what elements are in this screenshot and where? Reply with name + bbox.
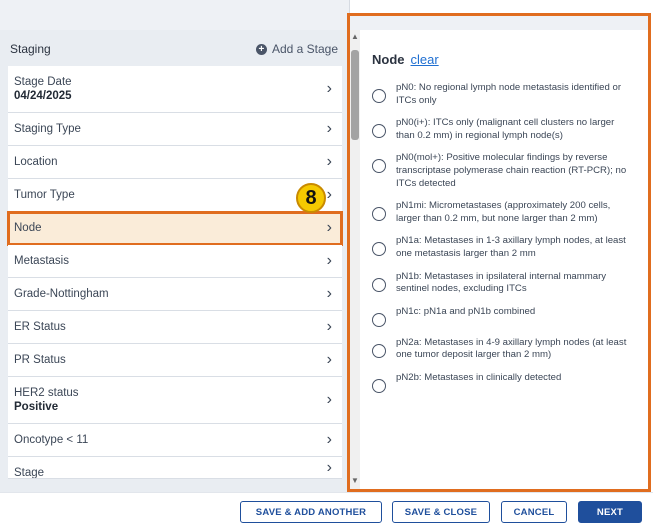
staging-item-location[interactable]: Location › — [8, 146, 342, 179]
scroll-up-arrow-icon[interactable]: ▲ — [351, 32, 359, 41]
chevron-right-icon: › — [326, 153, 332, 170]
chevron-right-icon: › — [326, 219, 332, 236]
node-option-label: pN0(mol+): Positive molecular findings b… — [396, 152, 627, 189]
node-option-label: pN0: No regional lymph node metastasis i… — [396, 82, 622, 106]
node-option[interactable]: pN0(mol+): Positive molecular findings b… — [372, 152, 632, 190]
staging-header: Staging + Add a Stage — [8, 34, 342, 64]
node-option-label: pN1c: pN1a and pN1b combined — [396, 305, 536, 317]
node-option-label: pN2a: Metastases in 4-9 axillary lymph n… — [396, 336, 627, 361]
staging-item-label: Staging Type — [14, 123, 81, 135]
node-options-panel: ▲ ▼ Node clear pN0: No regional lymph no… — [347, 13, 651, 492]
node-option[interactable]: pN2b: Metastases in clinically detected — [372, 372, 632, 393]
staging-list: Stage Date 04/24/2025 › Staging Type › L… — [7, 66, 343, 479]
radio-button[interactable] — [372, 124, 386, 139]
node-option-label: pN1mi: Micrometastases (approximately 20… — [396, 200, 611, 224]
chevron-right-icon: › — [326, 120, 332, 137]
node-option[interactable]: pN1b: Metastases in ipsilateral internal… — [372, 271, 632, 296]
save-close-button[interactable]: SAVE & CLOSE — [392, 501, 490, 523]
radio-button[interactable] — [372, 89, 386, 103]
staging-item-stage[interactable]: Stage › — [8, 457, 342, 479]
staging-item-tumor-type[interactable]: Tumor Type › — [8, 179, 342, 212]
staging-item-value: Positive — [14, 401, 59, 413]
staging-panel: Staging + Add a Stage Stage Date 04/24/2… — [0, 0, 350, 492]
panel-top-strip — [350, 16, 648, 30]
staging-item-label: Metastasis — [14, 255, 69, 267]
staging-item-label: PR Status — [14, 354, 66, 366]
staging-item-label: HER2 status — [14, 387, 79, 399]
staging-item-label: Stage Date — [14, 76, 72, 88]
radio-button[interactable] — [372, 312, 386, 327]
top-strip — [0, 0, 349, 30]
scroll-down-arrow-icon[interactable]: ▼ — [351, 476, 359, 485]
staging-item-node[interactable]: Node › — [7, 211, 343, 246]
node-heading: Node clear — [372, 52, 439, 67]
staging-item-label: ER Status — [14, 321, 66, 333]
staging-item-label: Node — [14, 222, 42, 234]
staging-item-er-status[interactable]: ER Status › — [8, 311, 342, 344]
node-options-list: pN0: No regional lymph node metastasis i… — [372, 82, 632, 403]
staging-item-label: Location — [14, 156, 58, 168]
node-option[interactable]: pN2a: Metastases in 4-9 axillary lymph n… — [372, 337, 632, 362]
chevron-right-icon: › — [326, 318, 332, 335]
save-add-another-button[interactable]: SAVE & ADD ANOTHER — [240, 501, 382, 523]
node-option[interactable]: pN1c: pN1a and pN1b combined — [372, 306, 632, 327]
radio-button[interactable] — [372, 277, 386, 292]
scrollbar-thumb[interactable] — [351, 50, 359, 140]
node-option[interactable]: pN1a: Metastases in 1-3 axillary lymph n… — [372, 235, 632, 260]
chevron-right-icon: › — [326, 391, 332, 408]
radio-button[interactable] — [372, 242, 386, 257]
staging-item-label: Stage — [14, 467, 45, 479]
footer-bar: SAVE & ADD ANOTHER SAVE & CLOSE CANCEL N… — [0, 492, 653, 525]
radio-button[interactable] — [372, 207, 386, 222]
staging-item-label: Tumor Type — [14, 189, 75, 201]
staging-item-her2-status[interactable]: HER2 status Positive › — [8, 377, 342, 424]
node-option[interactable]: pN0: No regional lymph node metastasis i… — [372, 82, 632, 107]
chevron-right-icon: › — [326, 431, 332, 448]
plus-circle-icon: + — [255, 43, 267, 55]
clear-link[interactable]: clear — [411, 52, 439, 67]
chevron-right-icon: › — [326, 186, 332, 203]
node-title: Node — [372, 52, 405, 67]
radio-button[interactable] — [372, 343, 386, 358]
node-option-label: pN1a: Metastases in 1-3 axillary lymph n… — [396, 235, 626, 259]
node-option[interactable]: pN1mi: Micrometastases (approximately 20… — [372, 200, 632, 225]
staging-item-metastasis[interactable]: Metastasis › — [8, 245, 342, 278]
staging-item-stage-date[interactable]: Stage Date 04/24/2025 › — [8, 66, 342, 113]
next-button[interactable]: NEXT — [578, 501, 642, 523]
chevron-right-icon: › — [326, 285, 332, 302]
chevron-right-icon: › — [326, 252, 332, 269]
staging-item-staging-type[interactable]: Staging Type › — [8, 113, 342, 146]
add-stage-label: Add a Stage — [271, 42, 338, 56]
staging-item-oncotype[interactable]: Oncotype < 11 › — [8, 424, 342, 457]
staging-item-pr-status[interactable]: PR Status › — [8, 344, 342, 377]
staging-item-label: Grade-Nottingham — [14, 288, 109, 300]
node-option-label: pN1b: Metastases in ipsilateral internal… — [396, 270, 607, 295]
radio-button[interactable] — [372, 378, 386, 393]
staging-item-value: 04/24/2025 — [14, 90, 72, 102]
staging-title: Staging — [10, 42, 51, 56]
cancel-button[interactable]: CANCEL — [501, 501, 567, 523]
chevron-right-icon: › — [326, 458, 332, 476]
chevron-right-icon: › — [326, 80, 332, 97]
vertical-scrollbar[interactable]: ▲ ▼ — [350, 30, 360, 489]
node-option[interactable]: pN0(i+): ITCs only (malignant cell clust… — [372, 117, 632, 142]
staging-item-grade-nottingham[interactable]: Grade-Nottingham › — [8, 278, 342, 311]
staging-item-label: Oncotype < 11 — [14, 434, 89, 446]
chevron-right-icon: › — [326, 351, 332, 368]
add-stage-button[interactable]: + Add a Stage — [255, 42, 338, 56]
node-option-label: pN2b: Metastases in clinically detected — [396, 371, 562, 383]
step-number-badge: 8 — [296, 183, 326, 213]
radio-button[interactable] — [372, 159, 386, 174]
node-option-label: pN0(i+): ITCs only (malignant cell clust… — [396, 117, 615, 141]
